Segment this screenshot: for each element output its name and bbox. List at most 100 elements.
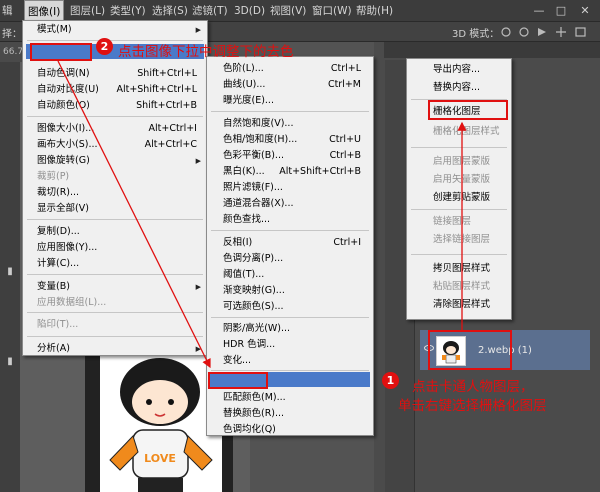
image-menu-item[interactable]: 陷印(T)... [23,317,207,333]
menu-item-label: 色调分离(P)... [223,253,284,264]
image-menu-item[interactable]: 应用数据组(L)... [23,295,207,311]
adjust-menu-item[interactable]: 可选颜色(S)... [207,299,373,315]
menu-filter[interactable]: 滤镜(T) [192,0,228,22]
menu-separator [411,254,507,255]
adjust-menu-item[interactable]: 色彩平衡(B)... Ctrl+B [207,148,373,164]
adjust-menu-item[interactable]: 色相/饱和度(H)... Ctrl+U [207,132,373,148]
adjust-menu-item[interactable]: 阴影/高光(W)... [207,321,373,337]
image-menu-item[interactable]: 画布大小(S)... Alt+Ctrl+C [23,137,207,153]
image-menu-item[interactable]: 图像旋转(G) ▶ [23,153,207,169]
menu-item-label: 匹配颜色(M)... [223,392,286,403]
menu-bar: 辑 图像(I) 图层(L) 类型(Y) 选择(S) 滤镜(T) 3D(D) 视图… [0,0,600,22]
adjust-menu-item[interactable]: HDR 色调... [207,337,373,353]
image-menu-item[interactable]: 模式(M) ▶ [23,22,207,38]
menu-edit[interactable]: 辑 [2,0,13,22]
adjust-menu-item[interactable]: 曲线(U)... Ctrl+M [207,77,373,93]
menu-item-label: 照片滤镜(F)... [223,182,283,193]
context-menu-item[interactable]: 粘贴图层样式 [407,279,511,295]
menu-item-label: 自动颜色(O) [37,100,90,111]
menu-window[interactable]: 窗口(W) [312,0,352,22]
menu-3d[interactable]: 3D(D) [234,0,265,22]
image-menu-item[interactable]: 图像大小(I)... Alt+Ctrl+I [23,121,207,137]
context-menu-item[interactable]: 链接图层 [407,214,511,230]
adjust-menu-item[interactable]: 渐变映射(G)... [207,283,373,299]
image-menu-item[interactable]: 变量(B) ▶ [23,279,207,295]
submenu-arrow-icon: ▶ [195,283,201,291]
adjust-menu-item[interactable]: 黑白(K)... Alt+Shift+Ctrl+B [207,164,373,180]
menu-item-label: 颜色查找... [223,214,271,225]
menu-item-label: 色相/饱和度(H)... [223,134,298,145]
left-tool-strip: ▮ ▮ [0,62,20,492]
image-menu-item[interactable]: 自动色调(N) Shift+Ctrl+L [23,66,207,82]
context-menu-item[interactable]: 启用矢量蒙版 [407,172,511,188]
image-menu-item[interactable]: 自动对比度(U) Alt+Shift+Ctrl+L [23,82,207,98]
menu-item-label: 图像大小(I)... [37,123,95,134]
context-menu-item[interactable]: 替换内容... [407,80,511,96]
menu-item-shortcut: Ctrl+B [329,150,361,161]
context-menu-item[interactable]: 导出内容... [407,62,511,78]
shirt-text: LOVE [144,452,176,465]
image-menu-item[interactable]: 裁切(R)... [23,185,207,201]
image-menu-item[interactable]: 复制(D)... [23,224,207,240]
image-menu-item[interactable]: 应用图像(Y)... [23,240,207,256]
adjust-menu-item[interactable]: 色阶(L)... Ctrl+L [207,61,373,77]
adjust-menu-item[interactable]: 匹配颜色(M)... [207,390,373,406]
step-2-instruction: 点击图像下拉中调整下的去色 [118,44,294,60]
menu-item-label: HDR 色调... [223,339,276,350]
3d-tools-icon[interactable] [500,25,596,39]
adjust-menu-item[interactable]: 照片滤镜(F)... [207,180,373,196]
highlight-box-adjust [30,43,92,61]
menu-image[interactable]: 图像(I) [24,0,65,22]
menu-item-label: 色彩平衡(B)... [223,150,284,161]
menu-item-label: 图像旋转(G) [37,155,90,166]
menu-item-shortcut: Shift+Ctrl+L [137,68,197,79]
submenu-arrow-icon: ▶ [195,345,201,353]
menu-item-shortcut: Ctrl+U [329,134,361,145]
adjust-menu-item[interactable]: 通道混合器(X)... [207,196,373,212]
image-menu-item[interactable]: 分析(A) ▶ [23,341,207,357]
menu-view[interactable]: 视图(V) [270,0,306,22]
adjust-menu-item[interactable]: 自然饱和度(V)... [207,116,373,132]
menu-help[interactable]: 帮助(H) [356,0,393,22]
menu-separator [27,274,203,275]
menu-item-label: 拷贝图层样式 [433,263,491,274]
menu-item-label: 启用矢量蒙版 [433,174,491,185]
menu-item-shortcut: Ctrl+M [327,79,361,90]
menu-item-label: 启用图层蒙版 [433,156,491,167]
adjust-menu-item[interactable]: 变化... [207,353,373,369]
maximize-icon[interactable]: □ [552,3,570,19]
image-menu-item[interactable]: 自动颜色(O) Shift+Ctrl+B [23,98,207,114]
tool-icon[interactable]: ▮ [0,352,20,372]
tool-icon[interactable]: ▮ [0,262,20,282]
context-menu-item[interactable]: 拷贝图层样式 [407,261,511,277]
step-1-instruction-line-2: 单击右键选择栅格化图层 [398,398,547,414]
image-menu-item[interactable]: 计算(C)... [23,256,207,272]
close-icon[interactable]: ✕ [576,3,594,19]
adjust-menu-item[interactable]: 替换颜色(R)... [207,406,373,422]
adjust-menu-item[interactable]: 色调均化(Q) [207,422,373,438]
context-menu-item[interactable]: 启用图层蒙版 [407,154,511,170]
menu-item-label: 替换内容... [433,82,481,93]
image-menu-item[interactable]: 裁剪(P) [23,169,207,185]
context-menu-item[interactable]: 选择链接图层 [407,232,511,248]
adjust-menu-item[interactable]: 颜色查找... [207,212,373,228]
menu-layer[interactable]: 图层(L) [70,0,105,22]
adjust-menu-item[interactable]: 色调分离(P)... [207,251,373,267]
menu-item-shortcut: Shift+Ctrl+B [136,100,197,111]
menu-item-label: 计算(C)... [37,258,80,269]
menu-type[interactable]: 类型(Y) [110,0,146,22]
menu-select[interactable]: 选择(S) [152,0,188,22]
menu-separator [211,230,369,231]
context-menu-item[interactable]: 栅格化图层样式 [407,124,511,140]
menu-item-label: 反相(I) [223,237,253,248]
image-menu-item[interactable]: 显示全部(V) [23,201,207,217]
adjust-menu-item[interactable]: 反相(I) Ctrl+I [207,235,373,251]
menu-item-shortcut: Alt+Shift+Ctrl+B [279,166,361,177]
adjust-menu-item[interactable]: 阈值(T)... [207,267,373,283]
minimize-icon[interactable]: — [530,3,548,19]
menu-item-label: 曲线(U)... [223,79,266,90]
context-menu-item[interactable]: 创建剪贴蒙版 [407,190,511,206]
context-menu-item[interactable]: 清除图层样式 [407,297,511,313]
adjust-menu-item[interactable]: 曝光度(E)... [207,93,373,109]
menu-item-label: 应用数据组(L)... [37,297,107,308]
